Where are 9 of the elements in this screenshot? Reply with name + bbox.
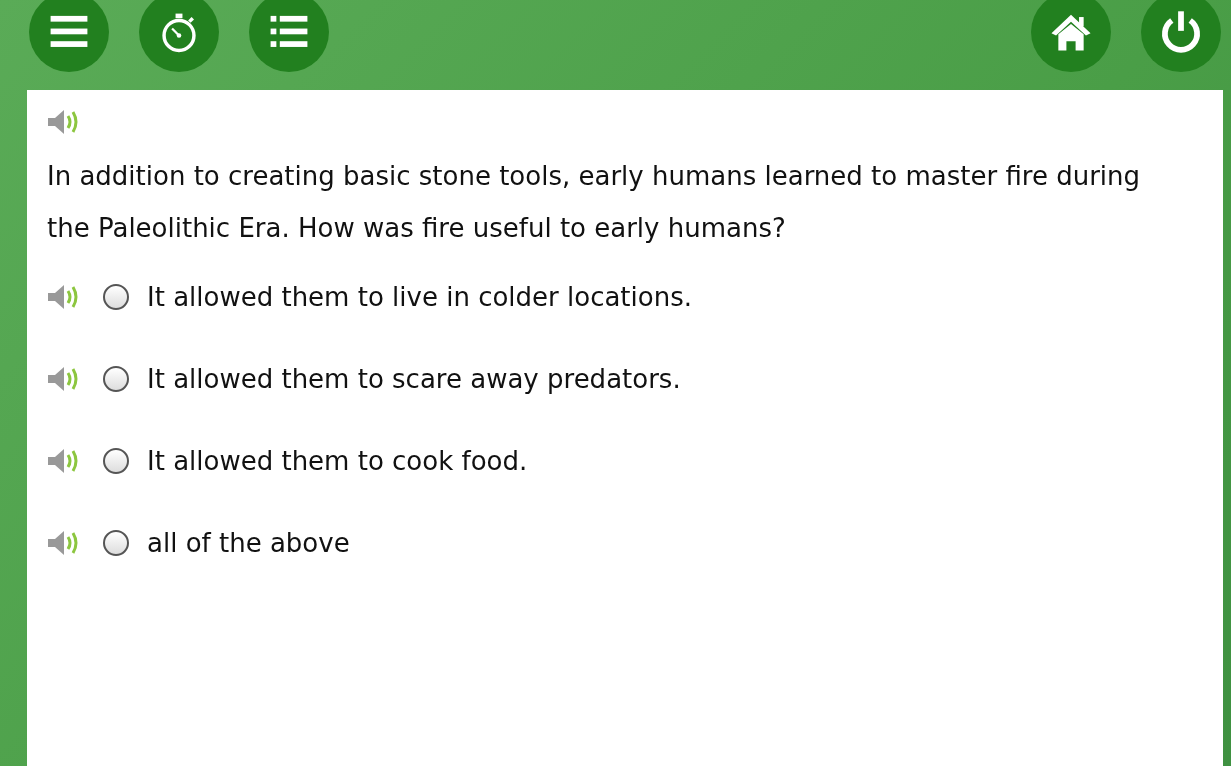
answer-option[interactable]: It allowed them to cook food. bbox=[147, 446, 528, 476]
question-text: In addition to creating basic stone tools, early humans learned to master fire during the Paleolithic Era. How was fire useful to early humans? bbox=[47, 160, 1142, 245]
answer-option[interactable]: It allowed them to scare away predators. bbox=[147, 364, 681, 394]
radio-button[interactable] bbox=[103, 284, 129, 310]
radio-button[interactable] bbox=[103, 530, 129, 556]
answer-option[interactable]: all of the above bbox=[147, 528, 350, 558]
answer-option[interactable]: It allowed them to live in colder locations. bbox=[147, 282, 692, 312]
radio-button[interactable] bbox=[103, 448, 129, 474]
radio-button[interactable] bbox=[103, 366, 129, 392]
